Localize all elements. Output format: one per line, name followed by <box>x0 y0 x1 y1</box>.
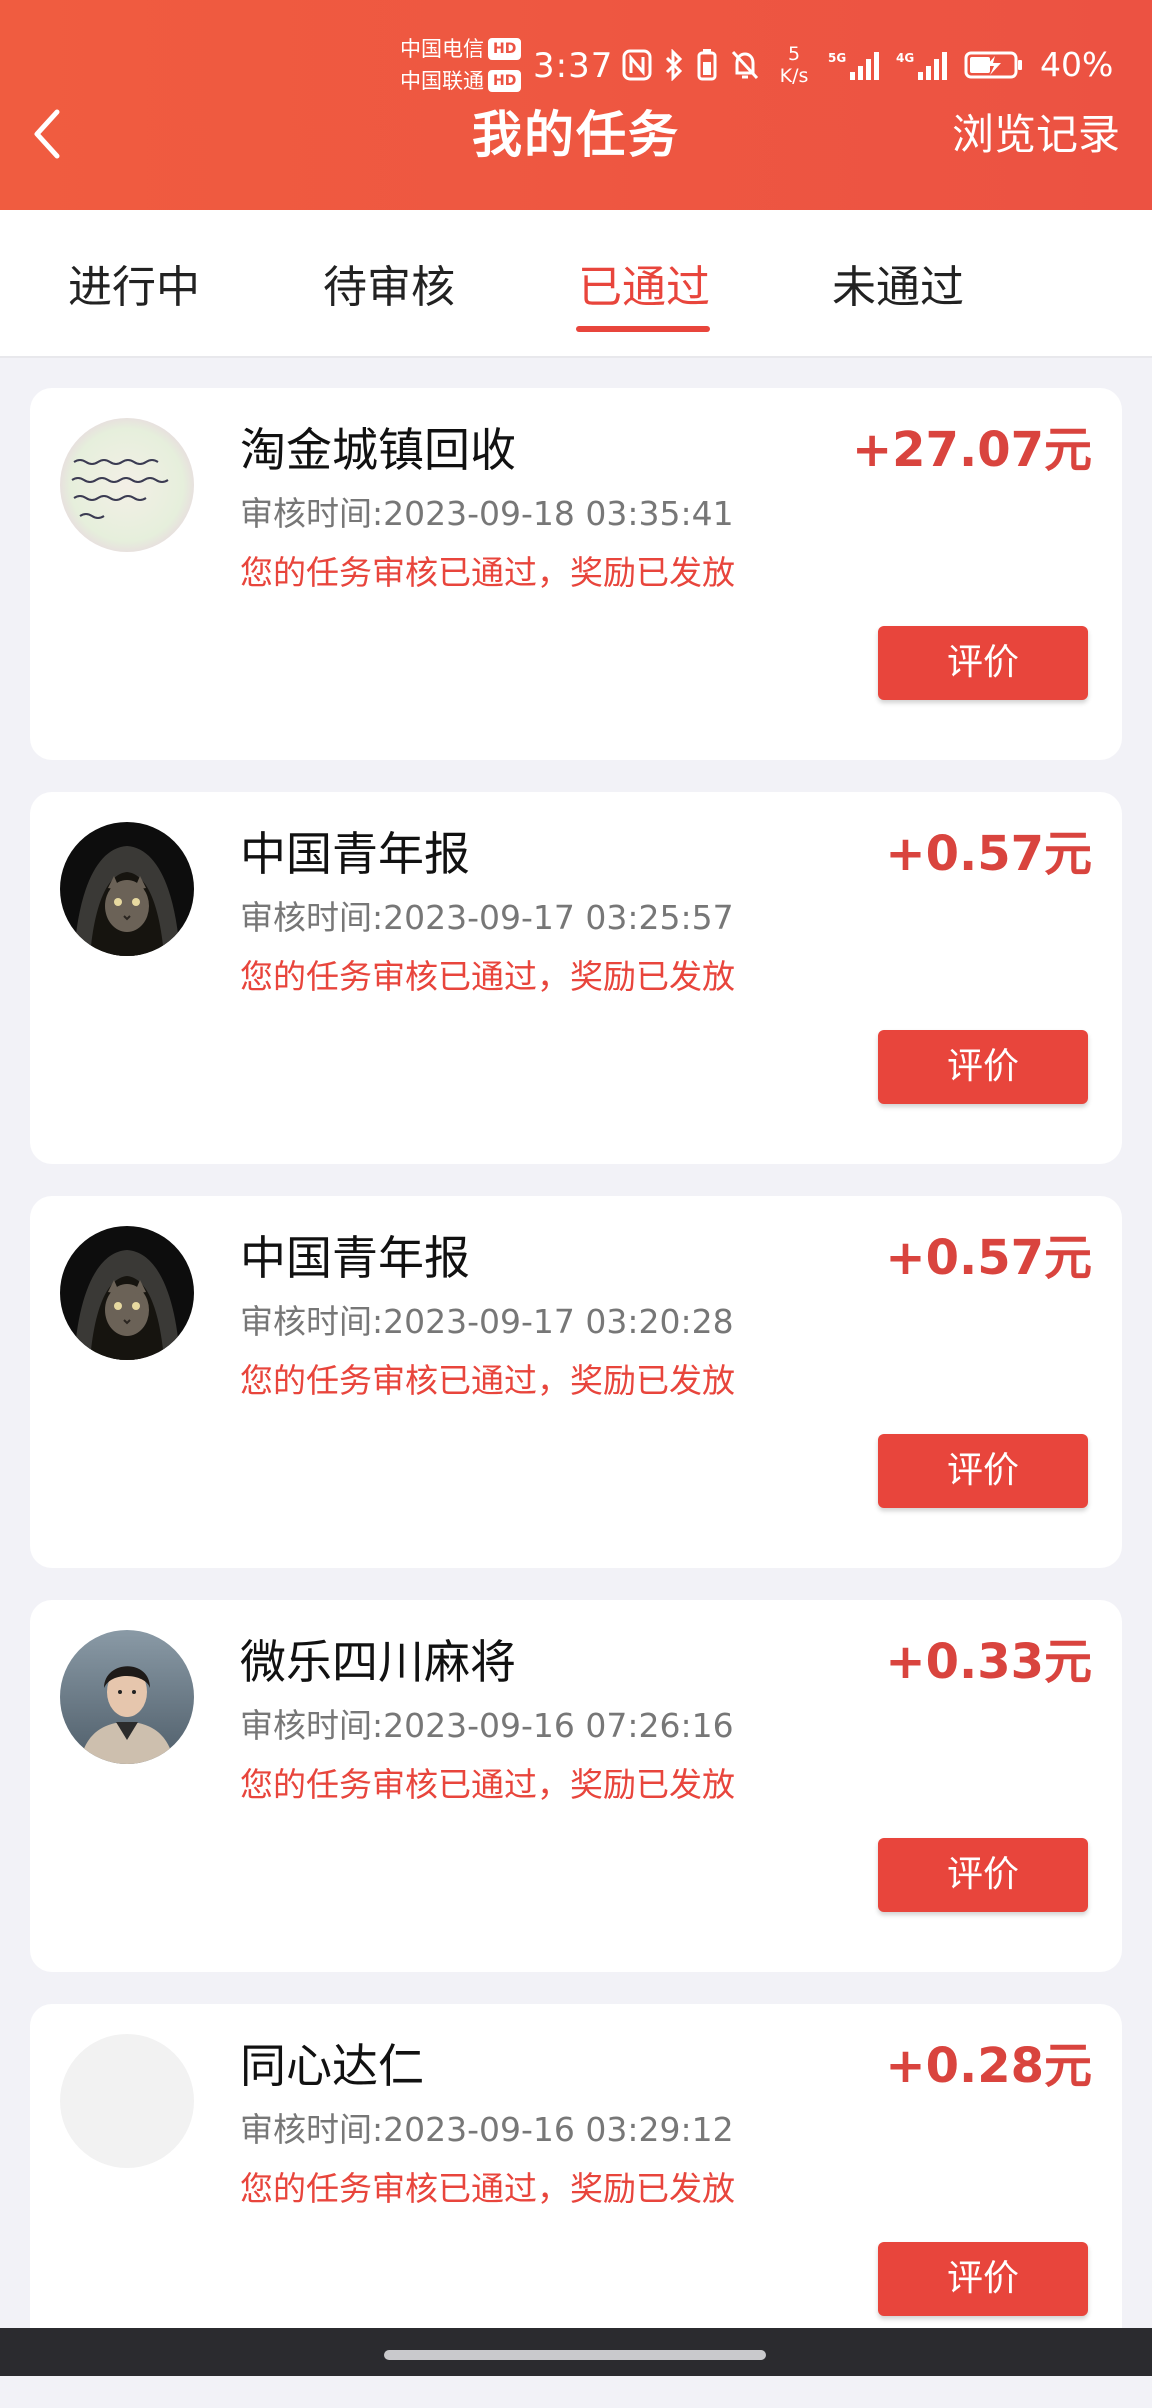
app-header: 中国电信 HD 中国联通 HD 3:37 5 K/s 5G 4G 40% 我的任… <box>0 0 1152 210</box>
task-status-tabs: 进行中 待审核 已通过 未通过 <box>0 210 1152 358</box>
battery-percent: 40% <box>1040 45 1114 84</box>
carrier-info: 中国电信 HD 中国联通 HD <box>400 33 525 97</box>
rate-button[interactable]: 评价 <box>878 1030 1088 1104</box>
task-status-text: 您的任务审核已通过，奖励已发放 <box>240 553 735 592</box>
hooded-cat-avatar <box>60 1226 194 1360</box>
browse-history-link[interactable]: 浏览记录 <box>952 102 1120 168</box>
task-card[interactable]: 淘金城镇回收 +27.07元 审核时间:2023-09-18 03:35:41 … <box>30 388 1122 760</box>
status-time: 3:37 <box>533 46 614 86</box>
net-speed: 5 K/s <box>772 43 816 87</box>
system-navigation-bar <box>0 2328 1152 2376</box>
task-reward: +0.57元 <box>885 1230 1092 1286</box>
hd-badge: HD <box>488 38 522 60</box>
task-name: 同心达仁 <box>240 2039 424 2093</box>
blank-avatar <box>60 2034 194 2168</box>
hd-badge: HD <box>488 70 522 92</box>
rate-button[interactable]: 评价 <box>878 626 1088 700</box>
task-reward: +27.07元 <box>851 422 1092 478</box>
rate-button[interactable]: 评价 <box>878 1434 1088 1508</box>
rate-button[interactable]: 评价 <box>878 2242 1088 2316</box>
task-status-text: 您的任务审核已通过，奖励已发放 <box>240 2169 735 2208</box>
task-reward: +0.57元 <box>885 826 1092 882</box>
review-time: 审核时间:2023-09-16 03:29:12 <box>240 2110 734 2149</box>
signal-5g-icon: 5G <box>828 48 884 82</box>
handwriting-note-avatar <box>60 418 194 552</box>
signal-5g-label: 5G <box>828 51 846 65</box>
review-time: 审核时间:2023-09-17 03:25:57 <box>240 898 734 937</box>
tab-pending-review[interactable]: 待审核 <box>323 258 455 318</box>
task-reward: +0.28元 <box>885 2038 1092 2094</box>
carrier-name-1: 中国电信 <box>400 37 484 61</box>
back-button[interactable] <box>22 102 72 166</box>
task-name: 微乐四川麻将 <box>240 1635 516 1689</box>
task-status-text: 您的任务审核已通过，奖励已发放 <box>240 957 735 996</box>
signal-4g-label: 4G <box>896 51 914 65</box>
task-name: 中国青年报 <box>240 827 470 881</box>
task-list: 淘金城镇回收 +27.07元 审核时间:2023-09-18 03:35:41 … <box>30 388 1122 2408</box>
task-card[interactable]: 同心达仁 +0.28元 审核时间:2023-09-16 03:29:12 您的任… <box>30 2004 1122 2376</box>
status-bar: 中国电信 HD 中国联通 HD 3:37 5 K/s 5G 4G 40% <box>0 0 1152 100</box>
task-name: 淘金城镇回收 <box>240 423 516 477</box>
task-card[interactable]: 微乐四川麻将 +0.33元 审核时间:2023-09-16 07:26:16 您… <box>30 1600 1122 1972</box>
bluetooth-icon <box>664 49 684 81</box>
task-status-text: 您的任务审核已通过，奖励已发放 <box>240 1765 735 1804</box>
net-speed-value: 5 <box>787 43 801 65</box>
carrier-name-2: 中国联通 <box>400 69 484 93</box>
review-time: 审核时间:2023-09-16 07:26:16 <box>240 1706 734 1745</box>
mute-bell-icon <box>730 49 760 81</box>
page-title: 我的任务 <box>472 106 680 164</box>
net-speed-unit: K/s <box>779 65 809 87</box>
task-card[interactable]: 中国青年报 +0.57元 审核时间:2023-09-17 03:25:57 您的… <box>30 792 1122 1164</box>
battery-charging-icon <box>964 50 1024 80</box>
tab-approved[interactable]: 已通过 <box>578 258 710 318</box>
task-reward: +0.33元 <box>885 1634 1092 1690</box>
review-time: 审核时间:2023-09-17 03:20:28 <box>240 1302 734 1341</box>
chevron-left-icon <box>34 109 60 159</box>
carrier-line-1: 中国电信 HD <box>400 33 525 65</box>
carrier-line-2: 中国联通 HD <box>400 65 525 97</box>
tab-in-progress[interactable]: 进行中 <box>68 258 200 318</box>
young-man-avatar <box>60 1630 194 1764</box>
review-time: 审核时间:2023-09-18 03:35:41 <box>240 494 734 533</box>
tab-rejected[interactable]: 未通过 <box>832 258 964 318</box>
signal-4g-icon: 4G <box>896 48 952 82</box>
nfc-icon <box>622 49 652 81</box>
hooded-cat-avatar <box>60 822 194 956</box>
active-tab-indicator <box>576 326 710 332</box>
status-icons: 5 K/s 5G 4G 40% <box>622 42 1113 88</box>
task-card[interactable]: 中国青年报 +0.57元 审核时间:2023-09-17 03:20:28 您的… <box>30 1196 1122 1568</box>
task-name: 中国青年报 <box>240 1231 470 1285</box>
task-status-text: 您的任务审核已通过，奖励已发放 <box>240 1361 735 1400</box>
home-indicator[interactable] <box>384 2350 766 2360</box>
vibrate-battery-icon <box>696 48 718 82</box>
rate-button[interactable]: 评价 <box>878 1838 1088 1912</box>
